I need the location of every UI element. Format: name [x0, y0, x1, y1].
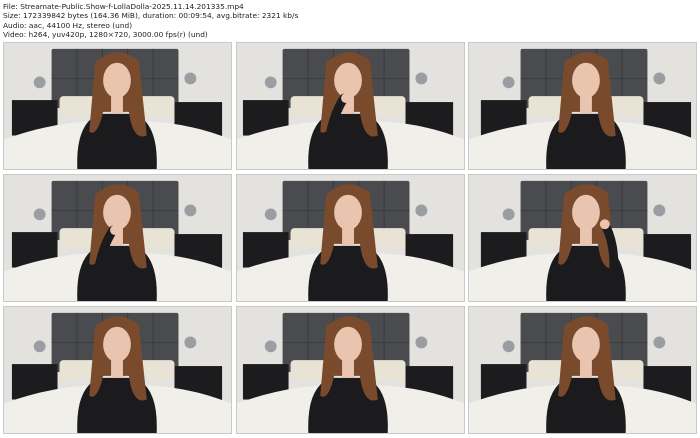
- person-face: [333, 62, 362, 99]
- video-thumbnail: [468, 42, 697, 170]
- person-face: [333, 326, 362, 363]
- thumbnail-frame: [236, 43, 464, 169]
- lamp: [264, 340, 277, 353]
- person-face: [103, 326, 131, 363]
- lamp: [33, 76, 46, 89]
- person-hand: [110, 225, 120, 236]
- thumbnail-frame: [4, 307, 231, 433]
- lamp: [264, 208, 277, 221]
- file-name-line: File: Streamate-Public.Show-f-LollaDolla…: [3, 2, 244, 11]
- lamp: [414, 72, 427, 85]
- lamp: [502, 208, 515, 221]
- size-line: Size: 172339842 bytes (164.36 MiB), dura…: [3, 11, 299, 21]
- thumbnail-frame: [469, 43, 696, 169]
- video-thumbnail: [468, 306, 697, 434]
- thumbnail-frame: [236, 307, 464, 433]
- person-face: [103, 194, 131, 231]
- person-face: [572, 194, 600, 231]
- thumbnail-grid: [3, 42, 697, 434]
- thumbnail-frame: [236, 175, 464, 301]
- person-hand: [599, 219, 610, 230]
- thumbnail-frame: [4, 175, 231, 301]
- person-hand: [340, 93, 351, 104]
- thumbnail-frame: [469, 175, 696, 301]
- lamp: [184, 336, 197, 349]
- person-face: [103, 62, 131, 99]
- lamp: [414, 204, 427, 217]
- lamp: [184, 204, 197, 217]
- lamp: [414, 336, 427, 349]
- thumbnail-frame: [469, 307, 696, 433]
- audio-line: Audio: aac, 44100 Hz, stereo (und): [3, 20, 133, 30]
- file-info-header: File: Streamate-Public.Show-f-LollaDolla…: [3, 2, 298, 39]
- lamp: [33, 208, 46, 221]
- lamp: [653, 72, 666, 85]
- person-face: [572, 62, 600, 99]
- lamp: [184, 72, 197, 85]
- video-line: Video: h264, yuv420p, 1280×720, 3000.00 …: [3, 29, 208, 39]
- video-thumbnail: [235, 306, 465, 434]
- video-thumbnail: [3, 306, 232, 434]
- video-thumbnail: [235, 42, 465, 170]
- thumbnail-frame: [4, 43, 231, 169]
- lamp: [502, 76, 515, 89]
- lamp: [653, 336, 666, 349]
- video-thumbnail: [3, 174, 232, 302]
- lamp: [33, 340, 46, 353]
- video-thumbnail: [235, 174, 465, 302]
- person-face: [572, 326, 600, 363]
- lamp: [502, 340, 515, 353]
- person-face: [333, 194, 362, 231]
- lamp: [653, 204, 666, 217]
- lamp: [264, 76, 277, 89]
- video-thumbnail: [468, 174, 697, 302]
- video-thumbnail: [3, 42, 232, 170]
